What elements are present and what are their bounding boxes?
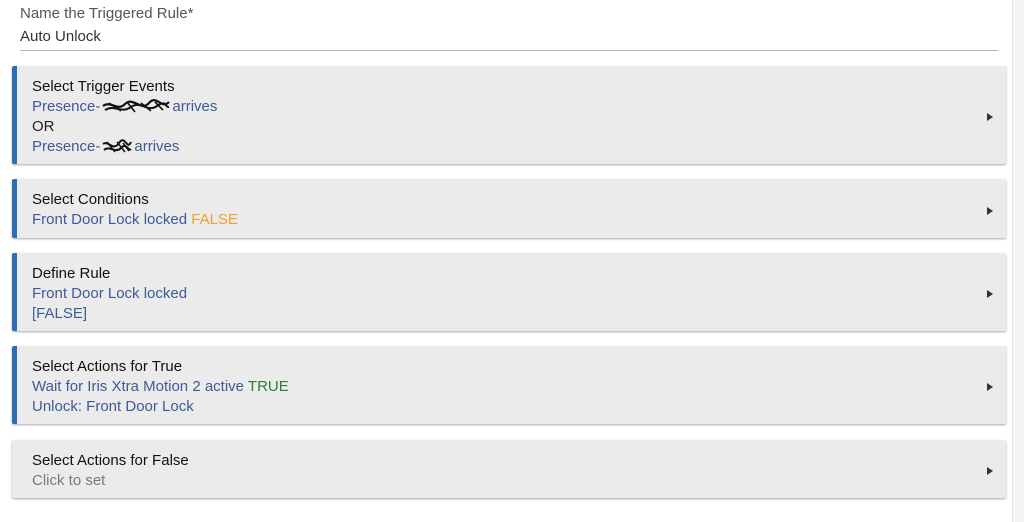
trigger-event-1: Presence- arrives [32,97,1006,117]
trigger-event-2-prefix: Presence- [32,138,101,155]
select-trigger-events-card[interactable]: Select Trigger Events Presence- arrives … [12,66,1006,164]
actions-true-line-1: Wait for Iris Xtra Motion 2 active TRUE [32,377,1006,397]
conditions-title: Select Conditions [32,191,149,208]
trigger-event-2-suffix: arrives [134,138,180,155]
actions-true-title: Select Actions for True [32,358,183,375]
actions-for-true-card[interactable]: Select Actions for True Wait for Iris Xt… [12,346,1006,424]
define-rule-state: [FALSE] [32,305,88,322]
condition-text: Front Door Lock locked [32,211,188,228]
rule-name-field[interactable]: Name the Triggered Rule* Auto Unlock [20,5,998,51]
trigger-event-1-prefix: Presence- [32,98,101,115]
trigger-event-1-suffix: arrives [172,98,218,115]
scrollbar-track[interactable] [1012,0,1024,522]
rule-name-input[interactable]: Auto Unlock [20,28,998,51]
actions-true-wait-text: Wait for Iris Xtra Motion 2 active [32,378,245,395]
trigger-events-title: Select Trigger Events [32,78,175,95]
define-rule-text: Front Door Lock locked [32,285,188,302]
actions-true-state: TRUE [247,378,289,395]
define-rule-card[interactable]: Define Rule Front Door Lock locked [FALS… [12,253,1006,331]
expand-arrow-icon[interactable] [987,383,993,391]
expand-arrow-icon[interactable] [987,467,993,475]
redaction-scribble-icon [102,99,171,113]
define-rule-title: Define Rule [32,265,111,282]
redaction-scribble-icon [102,139,133,153]
rule-page: Name the Triggered Rule* Auto Unlock Sel… [0,0,1024,522]
actions-true-line-2: Unlock: Front Door Lock [32,398,194,415]
trigger-or-label: OR [32,118,55,135]
actions-false-title: Select Actions for False [32,452,189,469]
actions-false-placeholder: Click to set [32,472,106,489]
expand-arrow-icon[interactable] [987,207,993,215]
condition-line: Front Door Lock locked FALSE [32,210,1006,230]
expand-arrow-icon[interactable] [987,113,993,121]
expand-arrow-icon[interactable] [987,290,993,298]
condition-state: FALSE [191,211,238,228]
actions-for-false-card[interactable]: Select Actions for False Click to set [12,440,1006,498]
rule-name-label: Name the Triggered Rule* [20,5,194,22]
trigger-event-2: Presence- arrives [32,137,1006,157]
select-conditions-card[interactable]: Select Conditions Front Door Lock locked… [12,179,1006,238]
